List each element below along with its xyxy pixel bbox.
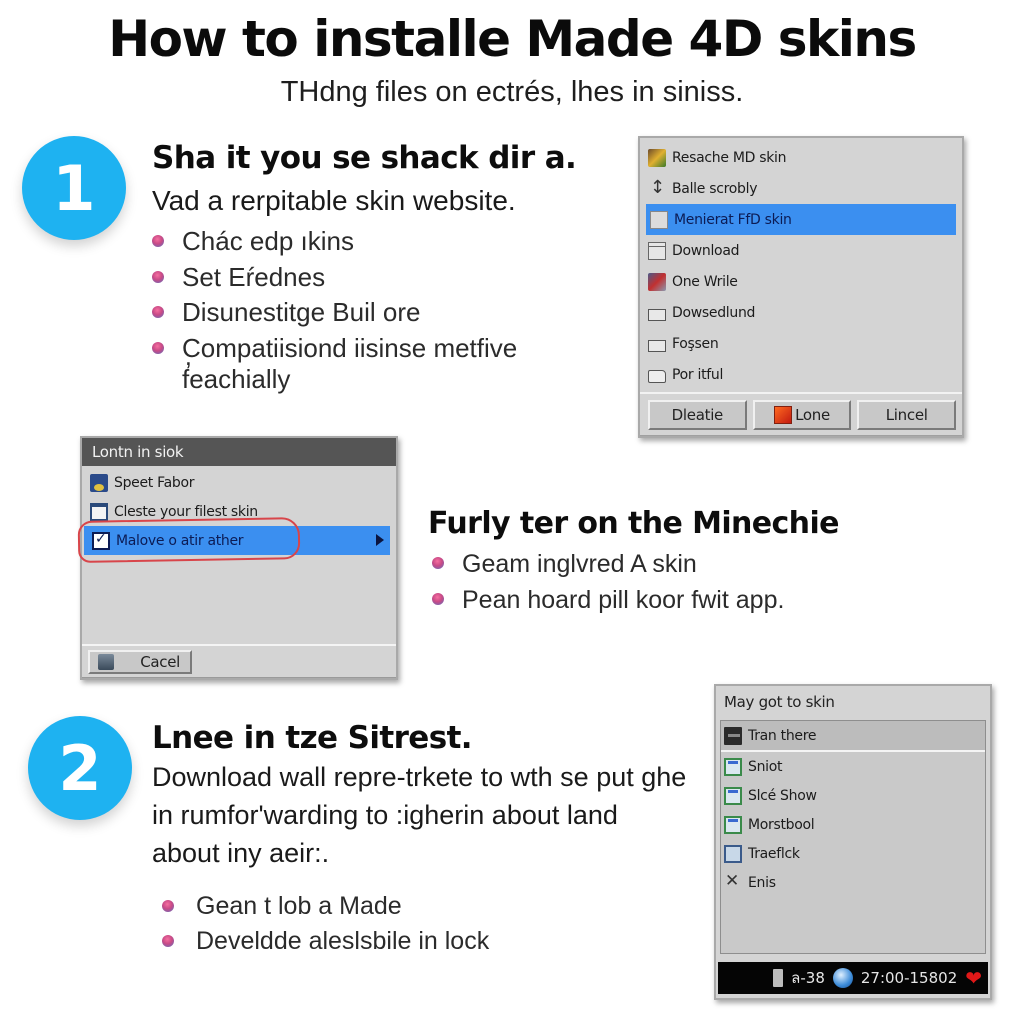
menu-item-cleste[interactable]: Cleste your filest skin (82, 497, 396, 526)
menu-item-por-itful[interactable]: Por itful (640, 359, 962, 390)
monitor-icon (90, 473, 108, 492)
cancel-button[interactable]: Cacel (88, 650, 192, 674)
step-1-heading: Sha it you se shack dir a. (152, 140, 577, 176)
step-1-badge: 1 (22, 136, 126, 240)
bullet-dot-icon (432, 557, 444, 569)
menu-item-download[interactable]: Download (640, 235, 962, 266)
picture-icon (724, 786, 742, 805)
list-item-traeflck[interactable]: Traeflck (721, 839, 985, 868)
menu-item-balle[interactable]: Balle scrobly (640, 173, 962, 204)
bullet-item: Disunestitge Buil ore (152, 295, 517, 331)
dialog-button-bar: Cacel (82, 644, 396, 678)
film-icon (724, 726, 742, 745)
page-title: How to installe Made 4D skins (108, 10, 917, 68)
folder-icon (648, 370, 666, 383)
skin-menu-list: Resache MD skin Balle scrobly Menierat F… (640, 138, 962, 390)
box-icon (648, 339, 666, 352)
page-subtitle: THdng files on ectrés, lhes in siniss. (280, 76, 744, 108)
bullet-item: Set Eŕednes (152, 260, 517, 296)
tray-clock: 27:00-15802 (860, 969, 958, 987)
menu-item-dowsedlund[interactable]: Dowsedlund (640, 297, 962, 328)
section-bullet-list: Geam inglvred A skin Pean hoard pill koo… (432, 546, 784, 618)
bullet-item: Chác edp ıkins (152, 224, 517, 260)
window-icon (648, 241, 666, 260)
checkbox-icon[interactable] (92, 531, 110, 550)
submenu-arrow-icon (376, 534, 384, 546)
menu-item-one-wrile[interactable]: One Wrile (640, 266, 962, 297)
install-skin-dialog: Lontn in siok Speet Fabor Cleste your fi… (77, 436, 398, 680)
menu-item-resache[interactable]: Resache MD skin (640, 142, 962, 173)
box-icon (648, 308, 666, 321)
skin-image-icon (648, 148, 666, 167)
menu-item-malove[interactable]: Malove o atir ather (77, 517, 390, 563)
bullet-dot-icon (152, 306, 164, 318)
menu-item-fossen[interactable]: Foşsen (640, 328, 962, 359)
bullet-dot-icon (432, 593, 444, 605)
picture-icon (724, 844, 742, 863)
bullet-dot-icon (162, 935, 174, 947)
step-1-subheading: Vad a rerpitable skin website. (152, 185, 516, 216)
section-heading: Furly ter on the Minechie (428, 506, 839, 541)
tools-icon (724, 871, 742, 892)
list-item-tran-there[interactable]: Tran there (721, 721, 985, 752)
dialog-titlebar: May got to skin (724, 693, 835, 711)
lone-button[interactable]: Lone (752, 400, 852, 430)
step-2-badge: 2 (28, 716, 132, 820)
bullet-item: Geam inglvred A skin (432, 546, 784, 582)
bullet-dot-icon (152, 270, 164, 283)
flame-icon (774, 406, 793, 424)
dialog-titlebar: Lontn in siok (82, 438, 396, 466)
bullet-item: Pean hoard pill koor fwit app. (432, 582, 784, 618)
skin-file-icon (650, 210, 668, 229)
install-options-list: Speet Fabor Cleste your filest skin Malo… (77, 466, 396, 563)
step-2-heading: Lnee in tze Sitrest. (152, 720, 473, 756)
skin-menu-dialog: Resache MD skin Balle scrobly Menierat F… (638, 136, 964, 438)
dleatie-button[interactable]: Dleatie (648, 400, 747, 430)
paint-icon (648, 272, 666, 291)
menu-item-speet-fabor[interactable]: Speet Fabor (82, 468, 396, 497)
step-2-bullet-list: Gean t lob a Made Develdde aleslsbile in… (162, 889, 489, 959)
heart-icon[interactable]: ❤ (965, 968, 982, 988)
step-1-bullet-list: Chác edp ıkins Set Eŕednes Disunestitge … (152, 224, 517, 366)
bullet-item: Gean t lob a Made (162, 889, 489, 924)
dialog-button-bar: Dleatie Lone Lincel (640, 392, 962, 436)
skin-picker-dialog: May got to skin Tran there Sniot Slcé Sh… (714, 684, 992, 1000)
bullet-continuation: f̕eachially (182, 364, 291, 394)
calendar-icon (90, 502, 108, 521)
menu-item-menierat[interactable]: Menierat FfD skin (646, 204, 956, 235)
bullet-dot-icon (152, 235, 164, 247)
bullet-dot-icon (152, 341, 164, 354)
picture-icon (724, 757, 742, 776)
taskbar-tray: ล-38 27:00-15802 ❤ (718, 962, 988, 994)
list-item-sniot[interactable]: Sniot (721, 752, 985, 781)
picture-icon (724, 815, 742, 834)
step-2-number: 2 (58, 731, 102, 805)
step-2-paragraph: Download wall repre-trkete to wth se put… (152, 762, 687, 868)
device-icon[interactable] (773, 969, 784, 987)
list-item-enis[interactable]: Enis (721, 868, 985, 897)
step-1-number: 1 (52, 151, 96, 225)
bullet-item: Compatiisiond iisinse metfive (152, 331, 517, 367)
list-item-slide-show[interactable]: Slcé Show (721, 781, 985, 810)
lincel-button[interactable]: Lincel (857, 400, 957, 430)
bullet-dot-icon (162, 900, 174, 912)
list-item-morstbool[interactable]: Morstbool (721, 810, 985, 839)
tray-indicator: ล-38 (791, 969, 825, 987)
skin-picker-list[interactable]: Tran there Sniot Slcé Show Morstbool Tra… (720, 720, 986, 954)
shield-icon (98, 654, 114, 670)
globe-icon[interactable] (832, 968, 853, 988)
bullet-item: Develdde aleslsbile in lock (162, 924, 489, 959)
scroll-arrows-icon (648, 177, 666, 198)
